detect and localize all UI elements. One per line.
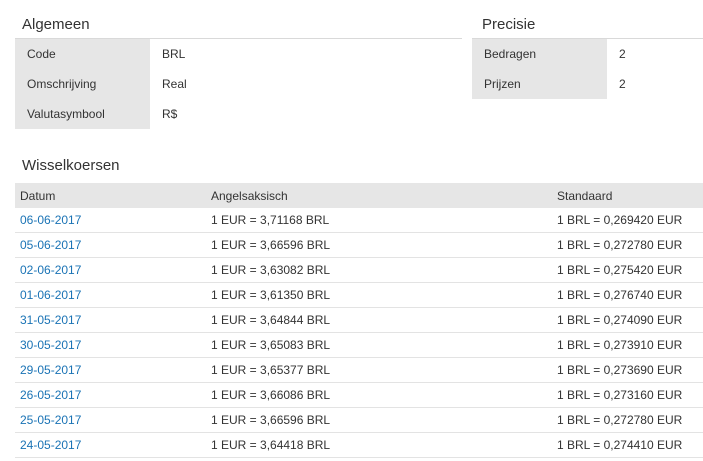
general-info-table: Code BRL Omschrijving Real Valutasymbool… bbox=[15, 39, 362, 129]
amounts-value: 2 bbox=[619, 47, 626, 61]
requested-rate-cell: 1 EUR = 3,71168 BRL bbox=[206, 208, 552, 233]
table-row: 02-06-2017 1 EUR = 3,63082 BRL 1 BRL = 0,2… bbox=[15, 257, 703, 283]
symbol-value: R$ bbox=[162, 107, 178, 121]
requested-rate-cell: 1 EUR = 3,64844 BRL bbox=[206, 307, 552, 333]
date-cell: 01-06-2017 bbox=[15, 282, 206, 308]
general-section-title: Algemeen bbox=[22, 16, 90, 33]
date-cell: 06-06-2017 bbox=[15, 208, 206, 233]
table-row: 31-05-2017 1 EUR = 3,64844 BRL 1 BRL = 0,2… bbox=[15, 307, 703, 333]
date-cell: 26-05-2017 bbox=[15, 382, 206, 408]
date-link[interactable]: 24-05-2017 bbox=[20, 438, 81, 452]
standard-rate-cell: 1 BRL = 0,276740 EUR bbox=[552, 282, 703, 308]
requested-rate-cell: 1 EUR = 3,65377 BRL bbox=[206, 357, 552, 383]
requested-rate-cell: 1 EUR = 3,61350 BRL bbox=[206, 282, 552, 308]
requested-rate-cell: 1 EUR = 3,66596 BRL bbox=[206, 407, 552, 433]
date-link[interactable]: 25-05-2017 bbox=[20, 413, 81, 427]
code-value: BRL bbox=[162, 47, 186, 61]
table-row: 05-06-2017 1 EUR = 3,66596 BRL 1 BRL = 0,2… bbox=[15, 232, 703, 258]
description-value: Real bbox=[162, 77, 187, 91]
date-cell: 30-05-2017 bbox=[15, 332, 206, 358]
general-row-symbol: Valutasymbool R$ bbox=[15, 99, 362, 129]
date-link[interactable]: 30-05-2017 bbox=[20, 338, 81, 352]
requested-rate-cell: 1 EUR = 3,66596 BRL bbox=[206, 232, 552, 258]
precision-row-amounts: Bedragen 2 bbox=[472, 39, 703, 69]
column-header-requested: Angelsaksisch bbox=[206, 183, 552, 208]
description-label: Omschrijving bbox=[15, 69, 150, 99]
date-cell: 25-05-2017 bbox=[15, 407, 206, 433]
requested-rate-cell: 1 EUR = 3,66086 BRL bbox=[206, 382, 552, 408]
standard-rate-cell: 1 BRL = 0,273160 EUR bbox=[552, 382, 703, 408]
standard-rate-cell: 1 BRL = 0,274410 EUR bbox=[552, 432, 703, 458]
standard-rate-cell: 1 BRL = 0,273690 EUR bbox=[552, 357, 703, 383]
date-cell: 05-06-2017 bbox=[15, 232, 206, 258]
date-link[interactable]: 06-06-2017 bbox=[20, 213, 81, 227]
precision-section-title: Precisie bbox=[482, 16, 536, 33]
date-cell: 02-06-2017 bbox=[15, 257, 206, 283]
exchange-rates-table: Datum Angelsaksisch Standaard 06-06-2017… bbox=[15, 183, 703, 458]
standard-rate-cell: 1 BRL = 0,269420 EUR bbox=[552, 208, 703, 233]
requested-rate-cell: 1 EUR = 3,63082 BRL bbox=[206, 257, 552, 283]
date-link[interactable]: 05-06-2017 bbox=[20, 238, 81, 252]
table-row: 29-05-2017 1 EUR = 3,65377 BRL 1 BRL = 0,2… bbox=[15, 357, 703, 383]
table-row: 01-06-2017 1 EUR = 3,61350 BRL 1 BRL = 0,2… bbox=[15, 282, 703, 308]
date-link[interactable]: 01-06-2017 bbox=[20, 288, 81, 302]
table-row: 24-05-2017 1 EUR = 3,64418 BRL 1 BRL = 0,2… bbox=[15, 432, 703, 458]
table-row: 06-06-2017 1 EUR = 3,71168 BRL 1 BRL = 0,2… bbox=[15, 208, 703, 233]
date-cell: 31-05-2017 bbox=[15, 307, 206, 333]
date-link[interactable]: 26-05-2017 bbox=[20, 388, 81, 402]
prices-value: 2 bbox=[619, 77, 626, 91]
rates-header-row: Datum Angelsaksisch Standaard bbox=[15, 183, 703, 208]
column-header-standard: Standaard bbox=[552, 183, 703, 208]
table-row: 25-05-2017 1 EUR = 3,66596 BRL 1 BRL = 0,2… bbox=[15, 407, 703, 433]
date-link[interactable]: 29-05-2017 bbox=[20, 363, 81, 377]
rates-section-title: Wisselkoersen bbox=[22, 157, 120, 174]
standard-rate-cell: 1 BRL = 0,273910 EUR bbox=[552, 332, 703, 358]
prices-label: Prijzen bbox=[472, 69, 607, 99]
table-row: 30-05-2017 1 EUR = 3,65083 BRL 1 BRL = 0,2… bbox=[15, 332, 703, 358]
date-link[interactable]: 02-06-2017 bbox=[20, 263, 81, 277]
symbol-label: Valutasymbool bbox=[15, 99, 150, 129]
standard-rate-cell: 1 BRL = 0,275420 EUR bbox=[552, 257, 703, 283]
general-row-description: Omschrijving Real bbox=[15, 69, 362, 99]
standard-rate-cell: 1 BRL = 0,274090 EUR bbox=[552, 307, 703, 333]
standard-rate-cell: 1 BRL = 0,272780 EUR bbox=[552, 232, 703, 258]
table-row: 26-05-2017 1 EUR = 3,66086 BRL 1 BRL = 0,2… bbox=[15, 382, 703, 408]
precision-row-prices: Prijzen 2 bbox=[472, 69, 703, 99]
amounts-label: Bedragen bbox=[472, 39, 607, 69]
requested-rate-cell: 1 EUR = 3,65083 BRL bbox=[206, 332, 552, 358]
date-link[interactable]: 31-05-2017 bbox=[20, 313, 81, 327]
column-header-date: Datum bbox=[15, 183, 206, 208]
code-label: Code bbox=[15, 39, 150, 69]
general-row-code: Code BRL bbox=[15, 39, 362, 69]
date-cell: 24-05-2017 bbox=[15, 432, 206, 458]
precision-table: Bedragen 2 Prijzen 2 bbox=[472, 39, 703, 99]
requested-rate-cell: 1 EUR = 3,64418 BRL bbox=[206, 432, 552, 458]
date-cell: 29-05-2017 bbox=[15, 357, 206, 383]
standard-rate-cell: 1 BRL = 0,272780 EUR bbox=[552, 407, 703, 433]
